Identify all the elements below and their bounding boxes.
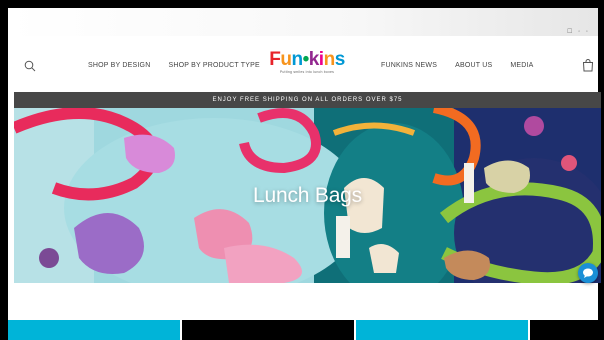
nav-funkins-news[interactable]: FUNKINS NEWS [381,62,437,69]
chat-icon [583,268,593,278]
logo-wordmark: Fun•kins [269,49,345,70]
collection-card[interactable] [530,320,604,340]
window-frame-top [0,0,604,8]
collection-card[interactable] [8,320,180,340]
hero-banner: Lunch Bags [14,108,601,283]
search-icon[interactable] [24,60,36,72]
promo-text: ENJOY FREE SHIPPING ON ALL ORDERS OVER $… [212,97,403,103]
nav-shop-by-product-type[interactable]: SHOP BY PRODUCT TYPE [168,62,259,69]
top-utility-bar: ☐ ◦ ◦ [8,8,598,36]
hero-title: Lunch Bags [253,184,362,207]
collection-card[interactable] [182,320,354,340]
site-header: SHOP BY DESIGN SHOP BY PRODUCT TYPE Fun•… [8,36,598,92]
primary-nav-right: FUNKINS NEWS ABOUT US MEDIA [381,62,534,69]
chat-button[interactable] [578,263,598,283]
brand-logo[interactable]: Fun•kins Putting smiles into lunch boxes [267,50,347,80]
collection-card[interactable] [356,320,528,340]
window-frame-left [0,0,8,340]
nav-shop-by-design[interactable]: SHOP BY DESIGN [88,62,150,69]
logo-tagline: Putting smiles into lunch boxes [279,70,335,74]
collection-cards [8,320,604,340]
nav-media[interactable]: MEDIA [510,62,533,69]
promo-banner: ENJOY FREE SHIPPING ON ALL ORDERS OVER $… [14,92,601,108]
shopping-bag-icon[interactable] [582,58,594,72]
utility-controls[interactable]: ☐ ◦ ◦ [567,28,590,35]
primary-nav-left: SHOP BY DESIGN SHOP BY PRODUCT TYPE [88,62,260,69]
nav-about-us[interactable]: ABOUT US [455,62,492,69]
